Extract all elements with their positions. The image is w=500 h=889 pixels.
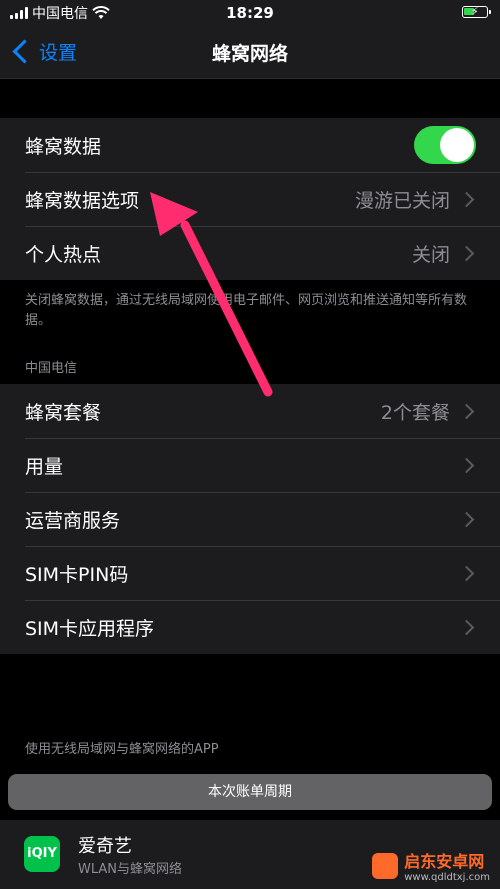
row-cellular-plans[interactable]: 蜂窝套餐 2个套餐 [0,384,500,438]
battery-icon: ⚡ [462,5,491,18]
row-value: 关闭 [411,243,450,266]
row-cellular-data: 蜂窝数据 [0,118,500,172]
status-right: ⚡ [462,5,491,18]
chevron-right-icon [458,457,475,473]
cellular-data-toggle[interactable] [414,126,476,164]
billing-period-button[interactable]: 本次账单周期 [8,774,492,810]
chevron-right-icon [458,511,475,527]
row-label: 蜂窝数据选项 [25,189,140,212]
watermark-logo-icon [372,852,399,879]
row-usage[interactable]: 用量 [0,438,500,492]
row-label: 运营商服务 [25,509,121,532]
row-sim-pin[interactable]: SIM卡PIN码 [0,546,500,600]
row-value: 2个套餐 [380,401,450,424]
row-value: 漫游已关闭 [354,189,450,212]
watermark-text: 启东安卓网 [404,852,485,871]
status-bar: 中国电信 18:29 ⚡ [0,0,500,26]
cellular-group: 蜂窝数据 蜂窝数据选项 漫游已关闭 个人热点 关闭 [0,118,500,280]
row-label: 蜂窝套餐 [25,401,102,424]
nav-bar: 设置 蜂窝网络 [0,26,500,79]
chevron-right-icon [458,245,475,261]
row-label: 个人热点 [25,243,102,266]
charging-icon: ⚡ [471,5,479,18]
chevron-right-icon [458,565,475,581]
row-label: 用量 [25,455,64,478]
row-label: SIM卡PIN码 [25,563,129,586]
watermark: 启东安卓网 www.qdldtxj.com [372,848,490,883]
row-sim-applications[interactable]: SIM卡应用程序 [0,600,500,654]
row-personal-hotspot[interactable]: 个人热点 关闭 [0,226,500,280]
page-title: 蜂窝网络 [211,43,288,65]
status-time: 18:29 [226,4,274,22]
chevron-right-icon [458,619,475,635]
toggle-knob [440,128,474,162]
row-label: SIM卡应用程序 [25,617,155,640]
app-name: 爱奇艺 [78,836,132,857]
app-network-setting: WLAN与蜂窝网络 [78,862,183,877]
carrier-group: 蜂窝套餐 2个套餐 用量 运营商服务 SIM卡PIN码 SIM卡应用程序 [0,384,500,654]
row-cellular-data-options[interactable]: 蜂窝数据选项 漫游已关闭 [0,172,500,226]
section-header-apps: 使用无线局域网与蜂窝网络的APP [25,742,219,757]
watermark-url: www.qdldtxj.com [404,872,490,883]
section-header-carrier: 中国电信 [25,361,78,376]
chevron-right-icon [458,191,475,207]
row-carrier-services[interactable]: 运营商服务 [0,492,500,546]
cellular-footnote: 关闭蜂窝数据，通过无线局域网使用电子邮件、网页浏览和推送通知等所有数据。 [25,293,468,328]
chevron-right-icon [458,403,475,419]
row-label: 蜂窝数据 [25,135,102,158]
iqiyi-app-icon: iQIY [24,836,60,872]
